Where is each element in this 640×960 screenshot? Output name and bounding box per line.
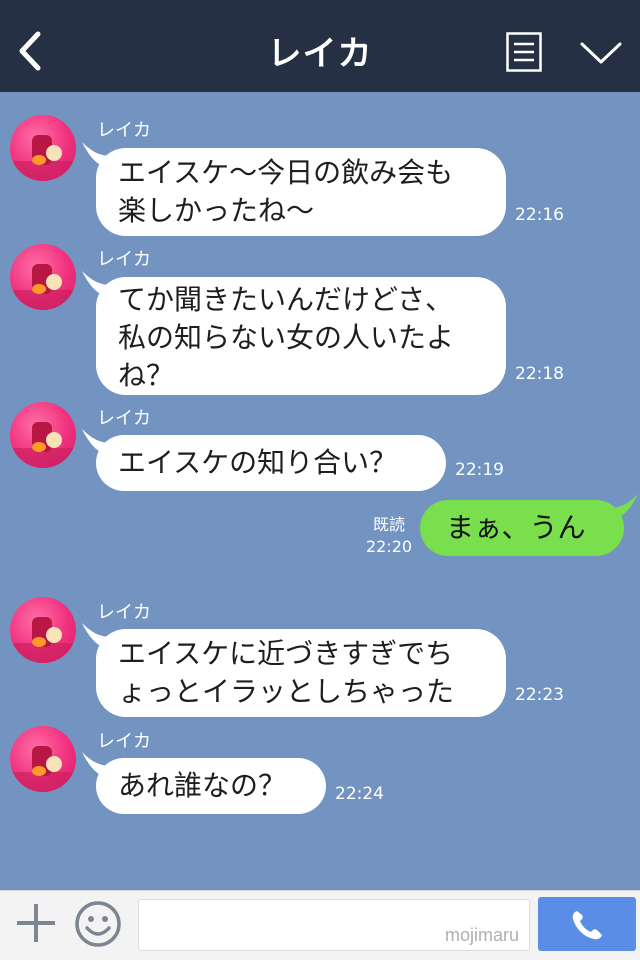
my-message-bubble[interactable]: まぁ、うん [420,494,638,556]
read-label: 既読 [373,515,406,534]
message-line: まぁ、うん [446,511,586,544]
sender-name: レイカ [97,249,151,270]
read-status: 既読 22:20 [366,514,412,558]
menu-button[interactable] [579,38,623,68]
plus-icon [17,904,55,942]
message-time: 22:16 [515,205,564,225]
sender-name: レイカ [97,120,151,141]
message-line: ょっとイラッとしちゃった [118,675,455,708]
chat-title: レイカ [267,34,373,74]
message-line: 楽しかったね〜 [118,194,315,227]
sender-name: レイカ [97,408,151,429]
avatar[interactable] [10,597,76,663]
avatar[interactable] [10,726,76,792]
sender-name: レイカ [97,602,151,623]
call-button[interactable] [538,897,636,951]
emoji-button[interactable] [74,900,122,948]
chat-area[interactable]: レイカ エイスケ〜今日の飲み会も 楽しかったね〜 22:16 レイカ てか聞きた… [0,92,640,890]
avatar[interactable] [10,402,76,468]
message-line: 私の知らない女の人いたよ [118,321,455,354]
phone-icon [572,911,602,940]
chevron-down-icon [580,42,622,64]
message-line: あれ誰なの？ [118,769,287,802]
message-bubble[interactable]: エイスケに近づきすぎでち ょっとイラッとしちゃった [82,623,506,717]
avatar[interactable] [10,244,76,310]
message-line: エイスケの知り合い？ [118,446,398,479]
smiley-icon [75,901,121,947]
message-time: 22:24 [335,784,384,804]
plus-button[interactable] [14,901,58,945]
message-input-box[interactable]: mojimaru [138,899,530,951]
message-bubble[interactable]: てか聞きたいんだけどさ、 私の知らない女の人いたよ ね？ [82,271,506,395]
message-time: 22:19 [455,460,504,480]
chat-header: レイカ [0,0,640,92]
message-line: エイスケに近づきすぎでち [118,637,454,670]
message-bubble[interactable]: エイスケの知り合い？ [82,429,446,491]
message-line: ね？ [118,359,175,392]
message-line: てか聞きたいんだけどさ、 [118,283,454,316]
message-bubble[interactable]: あれ誰なの？ [82,752,326,814]
message-time: 22:20 [366,537,413,556]
message-line: エイスケ〜今日の飲み会も [118,156,454,189]
watermark: mojimaru [444,925,519,945]
message-time: 22:18 [515,364,564,384]
sender-name: レイカ [97,731,151,752]
notes-icon [506,32,542,72]
message-bubble[interactable]: エイスケ〜今日の飲み会も 楽しかったね〜 [82,142,506,236]
message-time: 22:23 [515,685,564,705]
notes-button[interactable] [506,32,542,72]
avatar[interactable] [10,115,76,181]
input-bar: mojimaru [0,890,640,960]
